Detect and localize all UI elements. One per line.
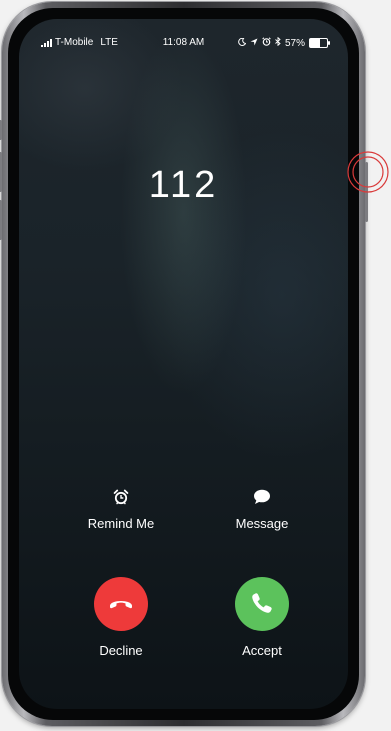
bluetooth-icon (275, 36, 281, 49)
remind-me-label: Remind Me (87, 516, 155, 531)
status-right: 57% (238, 36, 330, 49)
battery-percent: 57% (284, 37, 305, 49)
decline-label: Decline (99, 643, 143, 658)
home-indicator (124, 695, 244, 699)
phone-icon (251, 592, 273, 617)
accept-label: Accept (242, 643, 282, 658)
accept-button[interactable]: Accept (207, 577, 317, 658)
bezel: T-Mobile LTE 11:08 AM 57% 112 Remind Me … (8, 8, 359, 720)
caller-number: 112 (148, 164, 219, 206)
side-button[interactable] (0, 120, 2, 140)
message-bubble-icon (207, 489, 317, 508)
touch-indicator (346, 150, 390, 194)
incoming-call-screen: T-Mobile LTE 11:08 AM 57% 112 Remind Me … (19, 19, 348, 709)
decline-circle[interactable] (94, 577, 148, 631)
message-label: Message (235, 516, 289, 531)
moon-icon (238, 37, 247, 49)
message-button[interactable]: Message (207, 489, 317, 531)
phone-frame: T-Mobile LTE 11:08 AM 57% 112 Remind Me … (0, 2, 368, 726)
decline-button[interactable]: Decline (66, 577, 176, 658)
battery-icon (309, 38, 330, 48)
volume-up-button[interactable] (0, 152, 2, 192)
alarm-icon (262, 37, 271, 49)
phone-down-icon (108, 596, 134, 613)
volume-down-button[interactable] (0, 200, 2, 240)
alarm-clock-icon (66, 489, 176, 508)
accept-circle[interactable] (235, 577, 289, 631)
remind-me-button[interactable]: Remind Me (66, 489, 176, 531)
location-arrow-icon (250, 38, 258, 49)
status-bar: T-Mobile LTE 11:08 AM 57% (19, 36, 348, 53)
